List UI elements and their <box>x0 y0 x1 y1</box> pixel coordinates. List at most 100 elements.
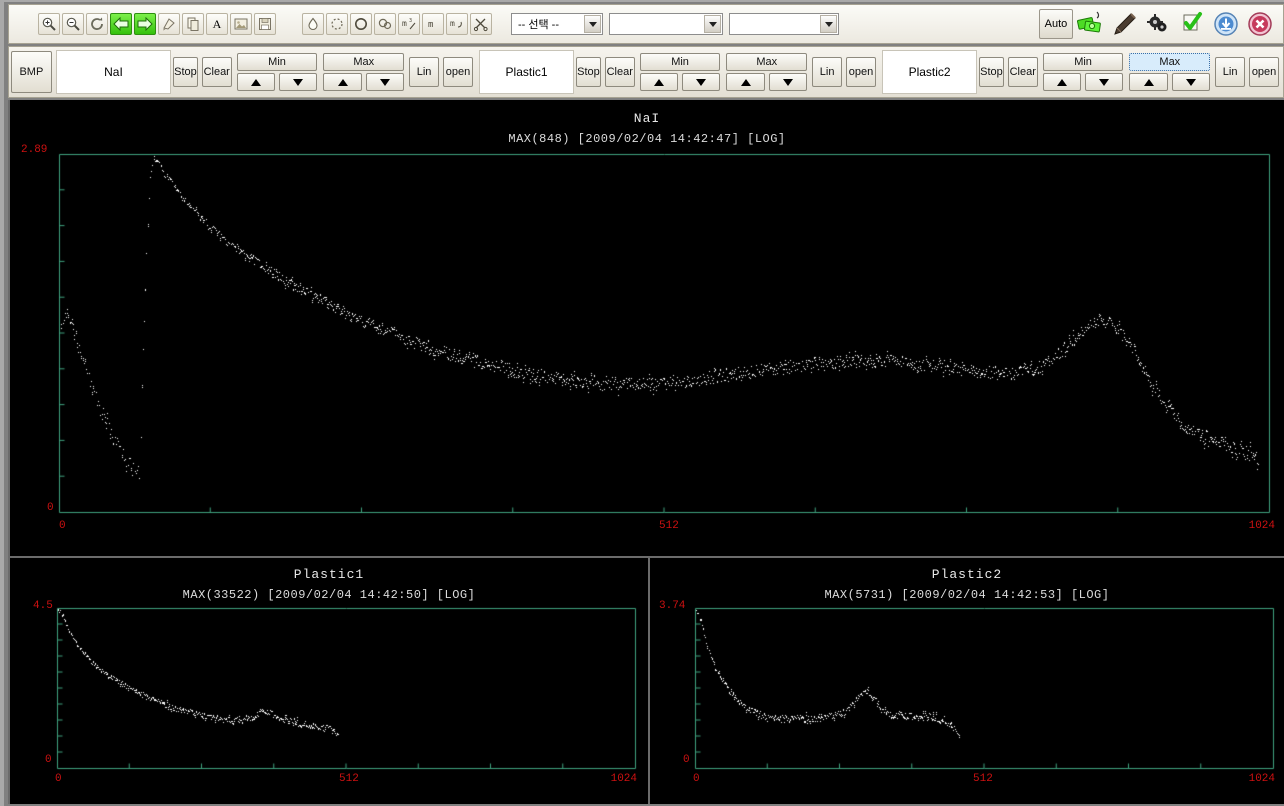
max-label-plastic1[interactable]: Max <box>726 53 808 71</box>
select-combo-value: -- 선택 -- <box>518 19 560 31</box>
copy-icon[interactable] <box>182 13 204 35</box>
save-icon[interactable] <box>254 13 276 35</box>
stop-button-plastic2[interactable]: Stop <box>979 57 1004 87</box>
max-down-button-plastic2[interactable] <box>1171 73 1211 91</box>
triangle-down-icon <box>379 78 390 86</box>
chart-title-plastic2: Plastic2 <box>931 567 1003 582</box>
min-down-button-plastic2[interactable] <box>1085 73 1124 91</box>
money-icon[interactable] <box>1075 9 1105 39</box>
min-label-plastic1[interactable]: Min <box>639 53 721 71</box>
m-curve-icon[interactable]: m <box>446 13 468 35</box>
min-control-nai: Min <box>236 51 318 93</box>
dashed-circle-icon[interactable] <box>326 13 348 35</box>
min-label-nai[interactable]: Min <box>236 53 318 71</box>
x-max-label-plastic1: 1024 <box>610 773 637 785</box>
min-label-plastic2[interactable]: Min <box>1042 53 1124 71</box>
panel-name-plastic2[interactable]: Plastic2 <box>882 50 978 94</box>
zoom-in-icon[interactable] <box>38 13 60 35</box>
min-down-button-nai[interactable] <box>279 73 318 91</box>
plot-area-plastic2[interactable]: 3.74 0 0 512 1024 <box>651 600 1283 798</box>
chevron-down-icon[interactable] <box>584 15 601 33</box>
x-min-label-plastic1: 0 <box>55 773 62 785</box>
y-max-label-nai: 2.89 <box>21 144 48 156</box>
max-label-nai[interactable]: Max <box>323 53 405 71</box>
refresh-icon[interactable] <box>86 13 108 35</box>
y-min-label-nai: 0 <box>47 502 54 514</box>
check-clipboard-icon[interactable] <box>1177 9 1207 39</box>
chart-subtitle-plastic2: MAX(5731) [2009/02/04 14:42:53] [LOG] <box>824 588 1110 602</box>
plot-canvas-plastic2 <box>651 602 1283 798</box>
stop-button-nai[interactable]: Stop <box>173 57 198 87</box>
triangle-up-icon <box>250 78 261 86</box>
open-button-plastic2[interactable]: open <box>1249 57 1280 87</box>
y-min-label-plastic1: 0 <box>45 754 52 766</box>
x-mid-label-nai: 512 <box>659 520 679 532</box>
triangle-up-icon <box>337 78 348 86</box>
download-icon[interactable] <box>1211 9 1241 39</box>
charts-container: NaI MAX(848) [2009/02/04 14:42:47] [LOG]… <box>8 100 1284 804</box>
second-combo[interactable] <box>609 13 723 35</box>
double-circle-icon[interactable] <box>374 13 396 35</box>
drop-icon[interactable] <box>302 13 324 35</box>
min-up-button-nai[interactable] <box>236 73 276 91</box>
plot-area-nai[interactable]: 2.89 0 0 512 1024 <box>11 144 1283 546</box>
select-combo[interactable]: -- 선택 -- <box>511 13 603 35</box>
gears-icon[interactable] <box>1143 9 1173 39</box>
text-icon[interactable]: A <box>206 13 228 35</box>
chart-panel-plastic1[interactable]: Plastic1 MAX(33522) [2009/02/04 14:42:50… <box>10 558 648 804</box>
auto-button[interactable]: Auto <box>1039 9 1073 39</box>
triangle-down-icon <box>293 78 304 86</box>
svg-text:m: m <box>450 19 455 28</box>
y-max-label-plastic1: 4.5 <box>33 600 53 612</box>
bmp-button[interactable]: BMP <box>11 51 52 93</box>
m-measure-icon[interactable]: m <box>422 13 444 35</box>
triangle-down-icon <box>1185 78 1196 86</box>
plot-area-plastic1[interactable]: 4.5 0 0 512 1024 <box>11 600 647 798</box>
paint-icon[interactable] <box>158 13 180 35</box>
lin-button-plastic2[interactable]: Lin <box>1215 57 1246 87</box>
panel-name-plastic1[interactable]: Plastic1 <box>479 50 575 94</box>
panel-name-nai[interactable]: NaI <box>55 50 172 94</box>
clear-button-plastic2[interactable]: Clear <box>1007 57 1038 87</box>
clear-button-plastic1[interactable]: Clear <box>604 57 635 87</box>
stop-button-plastic1[interactable]: Stop <box>576 57 601 87</box>
min-up-button-plastic1[interactable] <box>639 73 679 91</box>
max-control-plastic1: Max <box>726 51 808 93</box>
open-button-plastic1[interactable]: open <box>846 57 877 87</box>
open-button-nai[interactable]: open <box>443 57 473 87</box>
arrow-right-icon[interactable] <box>134 13 156 35</box>
circle-icon[interactable] <box>350 13 372 35</box>
zoom-out-icon[interactable] <box>62 13 84 35</box>
triangle-down-icon <box>1099 78 1110 86</box>
min-down-button-plastic1[interactable] <box>682 73 721 91</box>
arrow-left-icon[interactable] <box>110 13 132 35</box>
panel-control-bar: BMP NaI Stop Clear Min Max Lin open Plas… <box>8 46 1284 98</box>
image-icon[interactable] <box>230 13 252 35</box>
lin-button-nai[interactable]: Lin <box>409 57 440 87</box>
main-toolbar: A m3 m m -- 선택 -- Auto <box>8 4 1284 44</box>
clear-button-nai[interactable]: Clear <box>201 57 232 87</box>
chevron-down-icon[interactable] <box>704 15 721 33</box>
lin-button-plastic1[interactable]: Lin <box>812 57 843 87</box>
right-tool-group: Auto <box>1039 9 1277 39</box>
max-down-button-nai[interactable] <box>365 73 405 91</box>
edit-tool-group: A <box>37 13 277 35</box>
chart-panel-nai[interactable]: NaI MAX(848) [2009/02/04 14:42:47] [LOG]… <box>10 100 1284 556</box>
third-combo[interactable] <box>729 13 839 35</box>
max-label-plastic2[interactable]: Max <box>1129 53 1211 71</box>
max-down-button-plastic1[interactable] <box>768 73 808 91</box>
pen-tool-icon[interactable] <box>1109 9 1139 39</box>
scissors-icon[interactable] <box>470 13 492 35</box>
chart-title-nai: NaI <box>633 111 661 126</box>
close-icon[interactable] <box>1245 9 1275 39</box>
max-up-button-plastic2[interactable] <box>1129 73 1168 91</box>
triangle-up-icon <box>1143 78 1154 86</box>
triangle-down-icon <box>696 78 707 86</box>
chart-panel-plastic2[interactable]: Plastic2 MAX(5731) [2009/02/04 14:42:53]… <box>650 558 1284 804</box>
m3-measure-icon[interactable]: m3 <box>398 13 420 35</box>
y-max-label-plastic2: 3.74 <box>659 600 686 612</box>
max-up-button-nai[interactable] <box>323 73 362 91</box>
chevron-down-icon[interactable] <box>820 15 837 33</box>
min-up-button-plastic2[interactable] <box>1042 73 1082 91</box>
max-up-button-plastic1[interactable] <box>726 73 765 91</box>
